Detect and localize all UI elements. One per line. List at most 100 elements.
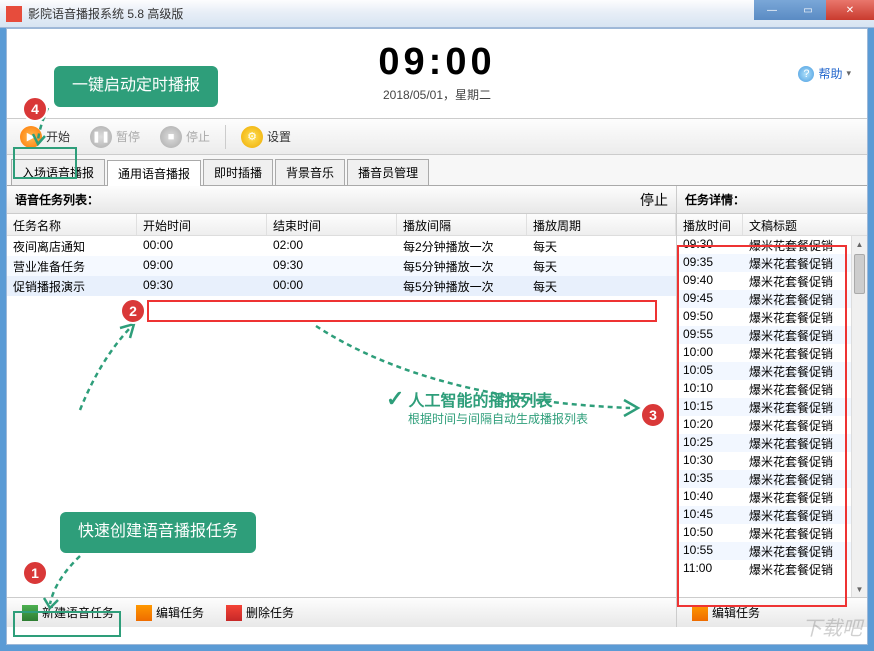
list-item[interactable]: 09:50爆米花套餐促销 (677, 308, 867, 326)
table-row[interactable]: 促销播报演示09:3000:00每5分钟播放一次每天 (7, 276, 676, 296)
detail-bottom-toolbar: 编辑任务 (677, 597, 867, 627)
edit-task-button[interactable]: 编辑任务 (127, 600, 213, 625)
table-cell: 促销播报演示 (7, 276, 137, 296)
col-task-name[interactable]: 任务名称 (7, 214, 137, 235)
list-item[interactable]: 10:10爆米花套餐促销 (677, 380, 867, 398)
detail-time: 10:30 (677, 452, 743, 470)
task-table-head: 任务名称 开始时间 结束时间 播放间隔 播放周期 (7, 214, 676, 236)
detail-time: 10:25 (677, 434, 743, 452)
settings-button[interactable]: ⚙ 设置 (232, 122, 300, 152)
list-item[interactable]: 09:55爆米花套餐促销 (677, 326, 867, 344)
list-item[interactable]: 10:20爆米花套餐促销 (677, 416, 867, 434)
list-item[interactable]: 10:40爆米花套餐促销 (677, 488, 867, 506)
detail-title: 爆米花套餐促销 (743, 488, 867, 506)
detail-title: 爆米花套餐促销 (743, 398, 867, 416)
detail-title: 爆米花套餐促销 (743, 290, 867, 308)
col-end-time[interactable]: 结束时间 (267, 214, 397, 235)
list-item[interactable]: 10:00爆米花套餐促销 (677, 344, 867, 362)
list-item[interactable]: 09:40爆米花套餐促销 (677, 272, 867, 290)
detail-title: 爆米花套餐促销 (743, 272, 867, 290)
tab-instant-insert[interactable]: 即时插播 (203, 159, 273, 185)
col-doc-title[interactable]: 文稿标题 (743, 214, 867, 235)
list-item[interactable]: 10:35爆米花套餐促销 (677, 470, 867, 488)
toolbar-separator (225, 125, 226, 149)
detail-time: 10:20 (677, 416, 743, 434)
table-cell: 夜间离店通知 (7, 236, 137, 256)
scroll-up-icon[interactable]: ▲ (852, 236, 867, 252)
detail-title: 爆米花套餐促销 (743, 524, 867, 542)
client-area: 09:00 2018/05/01，星期二 ? 帮助 ▾ ▶ 开始 ❚❚ 暂停 ■… (6, 28, 868, 645)
detail-time: 11:00 (677, 560, 743, 578)
play-icon: ▶ (20, 126, 42, 148)
table-row[interactable]: 夜间离店通知00:0002:00每2分钟播放一次每天 (7, 236, 676, 256)
table-cell: 00:00 (267, 276, 397, 296)
content-area: 语音任务列表： 停止 任务名称 开始时间 结束时间 播放间隔 播放周期 夜间离店… (7, 185, 867, 627)
list-item[interactable]: 09:35爆米花套餐促销 (677, 254, 867, 272)
close-button[interactable]: ✕ (826, 0, 874, 20)
list-item[interactable]: 11:00爆米花套餐促销 (677, 560, 867, 578)
help-icon: ? (798, 66, 814, 82)
list-item[interactable]: 10:05爆米花套餐促销 (677, 362, 867, 380)
help-link[interactable]: ? 帮助 ▾ (798, 65, 851, 82)
table-cell: 每天 (527, 236, 676, 256)
tab-strip: 入场语音播报 通用语音播报 即时插播 背景音乐 播音员管理 (7, 155, 867, 185)
list-item[interactable]: 10:55爆米花套餐促销 (677, 542, 867, 560)
new-task-button[interactable]: 新建语音任务 (13, 600, 123, 625)
table-row[interactable]: 营业准备任务09:0009:30每5分钟播放一次每天 (7, 256, 676, 276)
maximize-button[interactable]: ▭ (790, 0, 826, 20)
scroll-thumb[interactable] (854, 254, 865, 294)
table-cell: 00:00 (137, 236, 267, 256)
col-period[interactable]: 播放周期 (527, 214, 676, 235)
pause-button[interactable]: ❚❚ 暂停 (81, 122, 149, 152)
help-label: 帮助 (818, 65, 842, 82)
detail-time: 10:15 (677, 398, 743, 416)
table-cell: 09:00 (137, 256, 267, 276)
detail-title: 爆米花套餐促销 (743, 452, 867, 470)
gear-icon: ⚙ (241, 126, 263, 148)
table-cell: 09:30 (267, 256, 397, 276)
list-item[interactable]: 09:45爆米花套餐促销 (677, 290, 867, 308)
detail-time: 10:40 (677, 488, 743, 506)
tab-general-broadcast[interactable]: 通用语音播报 (107, 160, 201, 186)
detail-time: 09:50 (677, 308, 743, 326)
edit-detail-button[interactable]: 编辑任务 (683, 600, 769, 625)
list-item[interactable]: 10:45爆米花套餐促销 (677, 506, 867, 524)
detail-time: 09:45 (677, 290, 743, 308)
list-item[interactable]: 10:25爆米花套餐促销 (677, 434, 867, 452)
new-task-label: 新建语音任务 (42, 604, 114, 621)
stop-button[interactable]: ■ 停止 (151, 122, 219, 152)
col-interval[interactable]: 播放间隔 (397, 214, 527, 235)
list-item[interactable]: 10:15爆米花套餐促销 (677, 398, 867, 416)
detail-title: 爆米花套餐促销 (743, 362, 867, 380)
tab-announcer-manage[interactable]: 播音员管理 (347, 159, 429, 185)
task-list-header: 语音任务列表： 停止 (7, 186, 676, 214)
app-icon (6, 6, 22, 22)
task-list-pane: 语音任务列表： 停止 任务名称 开始时间 结束时间 播放间隔 播放周期 夜间离店… (7, 186, 677, 627)
delete-task-button[interactable]: 删除任务 (217, 600, 303, 625)
table-cell: 每5分钟播放一次 (397, 276, 527, 296)
task-list-title: 语音任务列表： (15, 191, 99, 208)
date-display: 2018/05/01，星期二 (7, 86, 867, 103)
table-cell: 每5分钟播放一次 (397, 256, 527, 276)
col-start-time[interactable]: 开始时间 (137, 214, 267, 235)
list-item[interactable]: 10:50爆米花套餐促销 (677, 524, 867, 542)
start-button[interactable]: ▶ 开始 (11, 122, 79, 152)
detail-title: 爆米花套餐促销 (743, 560, 867, 578)
detail-title: 爆米花套餐促销 (743, 326, 867, 344)
tab-background-music[interactable]: 背景音乐 (275, 159, 345, 185)
detail-title: 爆米花套餐促销 (743, 542, 867, 560)
list-item[interactable]: 09:30爆米花套餐促销 (677, 236, 867, 254)
detail-title: 爆米花套餐促销 (743, 236, 867, 254)
detail-title: 爆米花套餐促销 (743, 254, 867, 272)
detail-time: 10:55 (677, 542, 743, 560)
scroll-down-icon[interactable]: ▼ (852, 581, 867, 597)
list-item[interactable]: 10:30爆米花套餐促销 (677, 452, 867, 470)
tab-entrance-broadcast[interactable]: 入场语音播报 (11, 159, 105, 185)
detail-title: 爆米花套餐促销 (743, 380, 867, 398)
detail-scrollbar[interactable]: ▲ ▼ (851, 236, 867, 597)
stop-icon: ■ (160, 126, 182, 148)
detail-time: 10:00 (677, 344, 743, 362)
table-cell: 每天 (527, 256, 676, 276)
col-play-time[interactable]: 播放时间 (677, 214, 743, 235)
minimize-button[interactable]: — (754, 0, 790, 20)
